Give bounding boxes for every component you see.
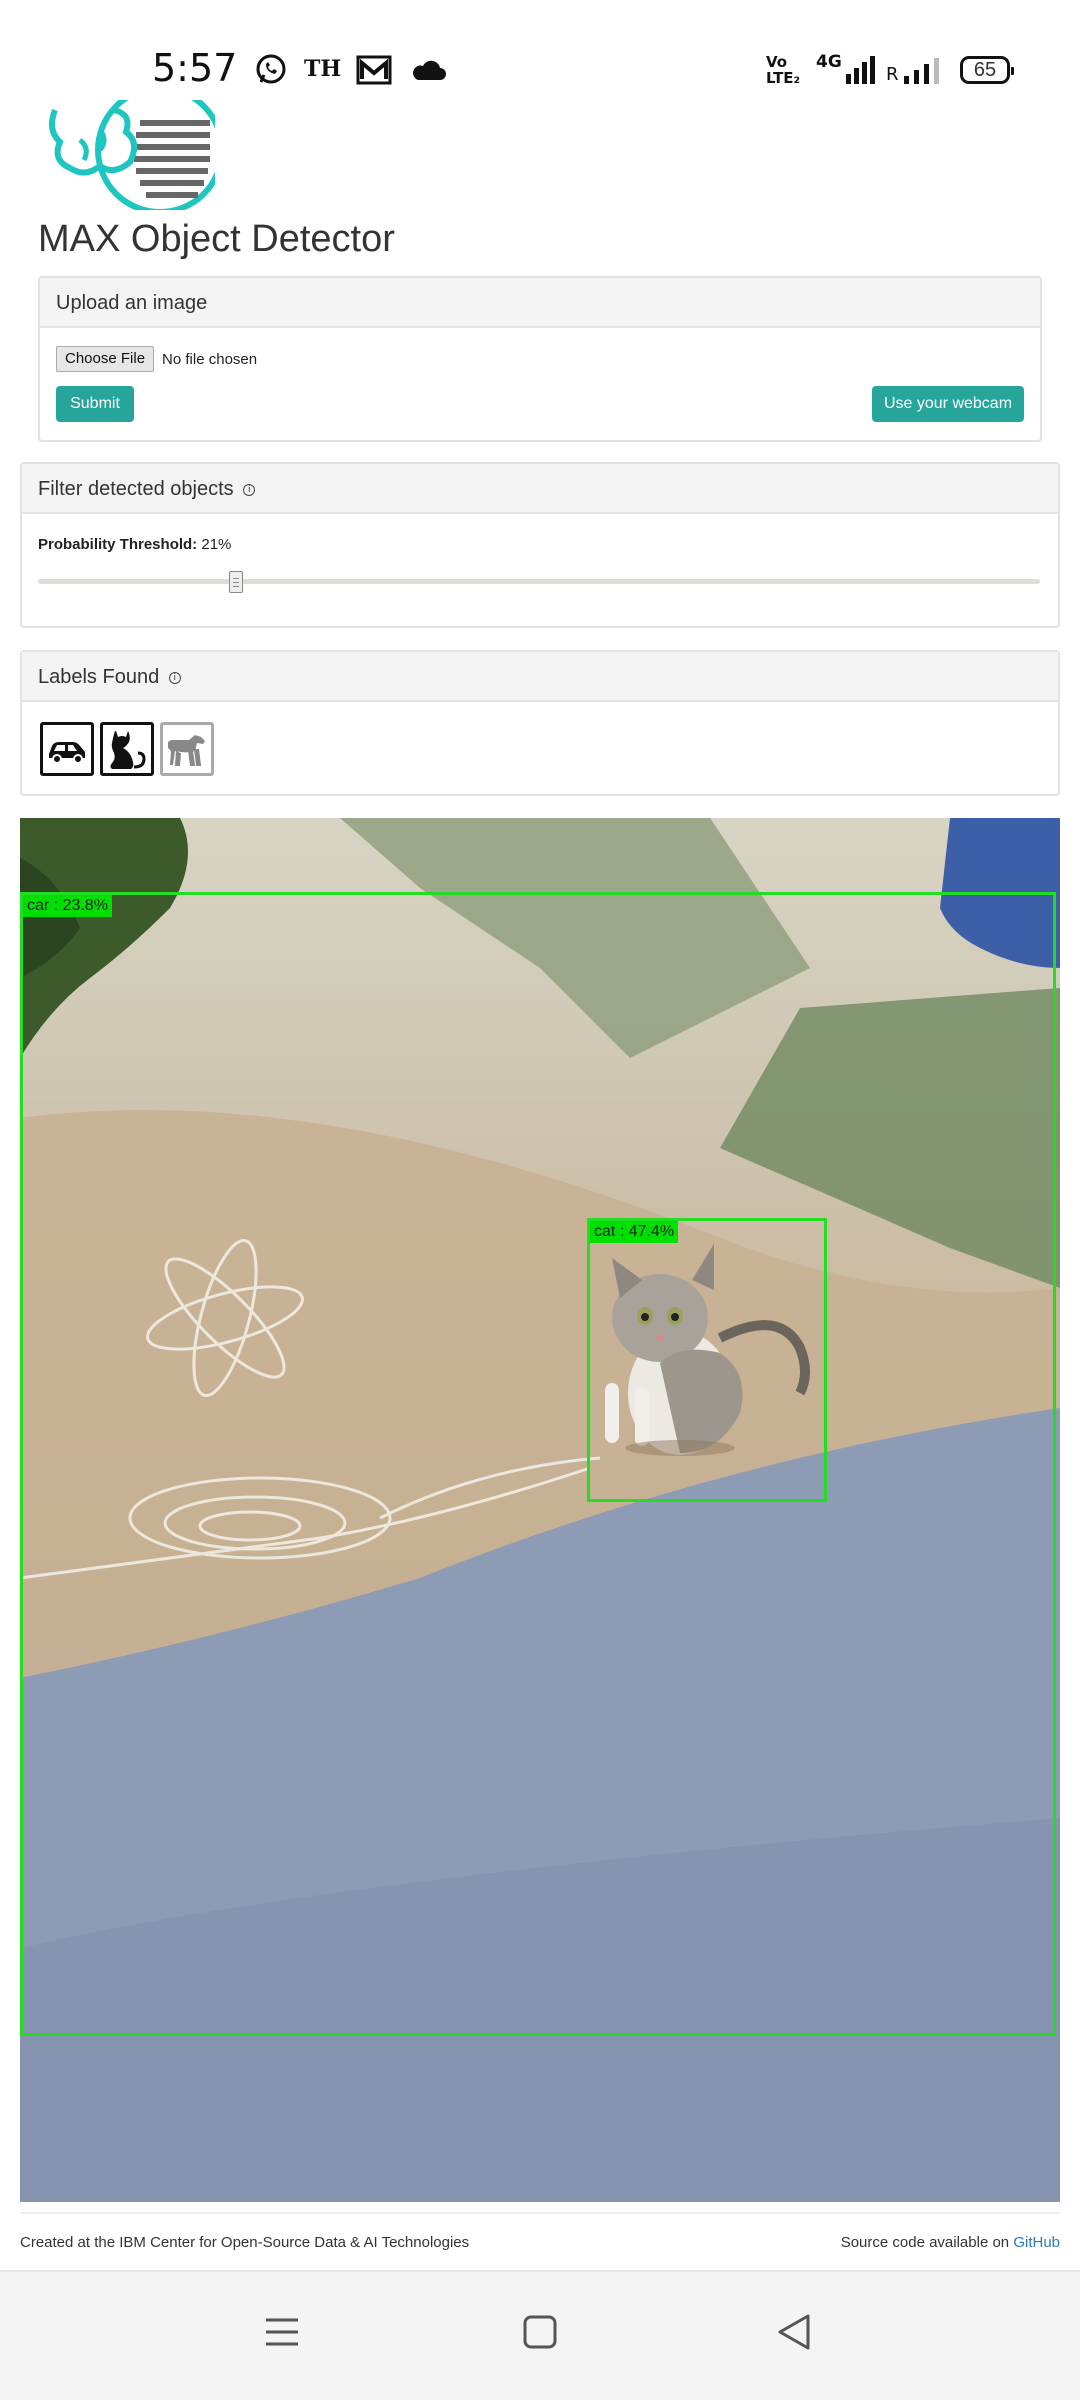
gmail-icon [356,55,392,85]
threshold-label: Probability Threshold: [38,536,198,553]
detection-label-car: car : 23.8% [23,895,112,917]
label-icons [40,722,214,776]
status-time: 5:57 [152,46,238,90]
github-link[interactable]: GitHub [1013,2234,1060,2251]
upload-card-header: Upload an image [40,278,1040,328]
threshold-value: 21% [201,536,232,553]
filter-card-header: Filter detected objects i [22,464,1058,514]
filter-header-text: Filter detected objects [38,478,234,500]
choose-file-button[interactable]: Choose File [56,346,155,372]
slider-thumb[interactable] [229,571,243,593]
footer-divider [20,2212,1060,2214]
info-icon[interactable]: i [243,483,256,496]
threshold-slider[interactable] [38,579,1040,584]
notification-th: TH [304,56,342,82]
info-icon[interactable]: i [168,671,181,684]
footer-source-text: Source code available on [840,2234,1014,2251]
app-logo [40,100,215,210]
back-icon[interactable] [774,2312,814,2352]
menu-icon[interactable] [262,2312,302,2352]
footer-credit: Created at the IBM Center for Open-Sourc… [20,2234,470,2251]
filter-card: Filter detected objects i Probability Th… [20,462,1060,628]
detection-box-car[interactable]: car : 23.8% [20,892,1056,2036]
dog-icon [168,735,205,766]
signal-icon [846,56,875,84]
labels-card-header: Labels Found i [22,652,1058,702]
page-title: MAX Object Detector [38,218,395,260]
car-icon [49,742,85,764]
file-status: No file chosen [162,350,258,368]
submit-button[interactable]: Submit [56,386,134,422]
roaming-indicator: R [886,64,899,85]
detection-label-cat: cat : 47.4% [590,1221,679,1243]
home-icon[interactable] [520,2312,560,2352]
label-toggle-cat[interactable] [100,722,154,776]
status-bar: 5:57 TH Vo LTE₂ 4G R 65 [0,0,1080,100]
signal-icon-2 [904,58,939,84]
labels-header-text: Labels Found [38,666,160,688]
battery-icon: 65 [960,56,1014,84]
webcam-button[interactable]: Use your webcam [872,386,1024,422]
footer-source: Source code available on GitHub [841,2234,1060,2251]
labels-card: Labels Found i [20,650,1060,796]
cat-icon [110,731,146,769]
volte-indicator: Vo LTE₂ [766,53,801,87]
label-toggle-dog[interactable] [160,722,214,776]
upload-card: Upload an image Choose File No file chos… [38,276,1042,442]
system-nav-bar [0,2270,1080,2400]
file-input[interactable]: Choose File No file chosen [56,346,257,372]
detection-box-cat[interactable]: cat : 47.4% [587,1218,827,1502]
detection-image: car : 23.8% cat : 47.4% [20,818,1060,2202]
threshold-readout: Probability Threshold: 21% [38,536,231,553]
cloud-icon [413,60,446,80]
label-toggle-car[interactable] [40,722,94,776]
whatsapp-icon [256,54,286,84]
